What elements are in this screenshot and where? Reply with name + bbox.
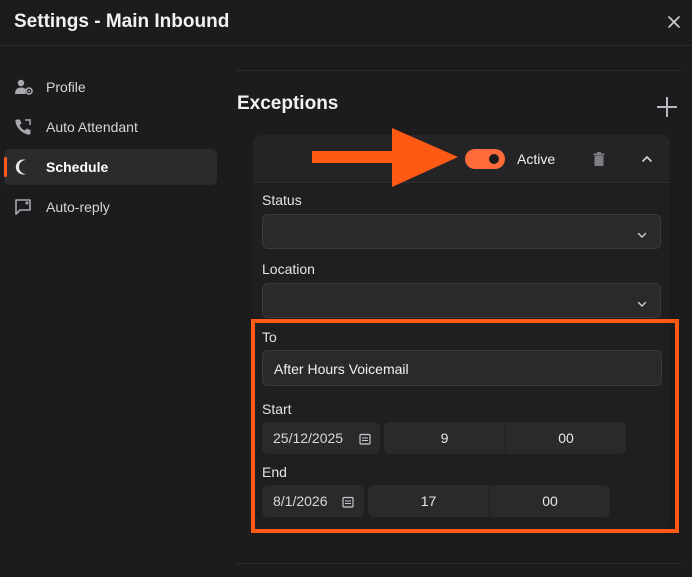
end-minute-input[interactable]: 00 xyxy=(490,485,610,517)
chevron-down-icon xyxy=(637,227,647,238)
calendar-icon[interactable] xyxy=(359,432,371,445)
user-gear-icon xyxy=(14,78,33,96)
phone-icon xyxy=(14,118,32,136)
end-minute-value: 00 xyxy=(542,493,558,509)
to-label: To xyxy=(262,329,277,345)
active-toggle[interactable] xyxy=(465,149,505,169)
active-label: Active xyxy=(517,151,556,167)
sidebar-item-label: Profile xyxy=(46,79,86,95)
status-label: Status xyxy=(262,192,302,208)
section-title: Exceptions xyxy=(237,93,339,114)
trash-icon[interactable] xyxy=(592,151,606,167)
to-input[interactable]: After Hours Voicemail xyxy=(262,350,662,386)
start-minute-input[interactable]: 00 xyxy=(506,422,626,454)
exception-card xyxy=(253,135,670,530)
sidebar-item-schedule[interactable]: Schedule xyxy=(4,149,217,185)
chat-reply-icon xyxy=(14,198,32,216)
end-date-picker[interactable]: 8/1/2026 xyxy=(262,485,364,517)
sidebar: Profile Auto Attendant Schedule Auto-rep… xyxy=(0,46,225,577)
start-date-value: 25/12/2025 xyxy=(273,430,344,446)
chevron-up-icon[interactable] xyxy=(640,152,654,166)
sidebar-item-label: Auto Attendant xyxy=(46,119,138,135)
add-exception-button[interactable] xyxy=(655,95,679,119)
start-date-picker[interactable]: 25/12/2025 xyxy=(262,422,380,454)
location-select[interactable] xyxy=(262,283,661,318)
end-label: End xyxy=(262,464,287,480)
start-hour-input[interactable]: 9 xyxy=(384,422,505,454)
chevron-down-icon xyxy=(637,296,647,307)
start-hour-value: 9 xyxy=(440,430,449,446)
window-title: Settings - Main Inbound xyxy=(14,11,230,32)
status-select[interactable] xyxy=(262,214,661,249)
end-date-value: 8/1/2026 xyxy=(273,493,328,509)
start-minute-value: 00 xyxy=(558,430,574,446)
moon-icon xyxy=(14,158,32,176)
divider xyxy=(237,563,681,564)
sidebar-item-auto-attendant[interactable]: Auto Attendant xyxy=(4,109,217,145)
location-label: Location xyxy=(262,261,315,277)
sidebar-item-label: Auto-reply xyxy=(46,199,110,215)
start-label: Start xyxy=(262,401,292,417)
active-indicator xyxy=(4,157,7,177)
title-bar: Settings - Main Inbound xyxy=(0,0,692,46)
toggle-knob xyxy=(489,154,499,164)
divider xyxy=(237,70,681,71)
exception-card-header[interactable] xyxy=(253,135,670,183)
calendar-icon[interactable] xyxy=(342,495,354,508)
end-hour-value: 17 xyxy=(420,493,437,509)
to-value: After Hours Voicemail xyxy=(274,361,409,377)
end-hour-input[interactable]: 17 xyxy=(368,485,489,517)
sidebar-item-label: Schedule xyxy=(46,159,109,175)
sidebar-item-auto-reply[interactable]: Auto-reply xyxy=(4,189,217,225)
close-icon[interactable] xyxy=(664,12,684,32)
sidebar-item-profile[interactable]: Profile xyxy=(4,69,217,105)
plus-icon xyxy=(657,97,677,117)
